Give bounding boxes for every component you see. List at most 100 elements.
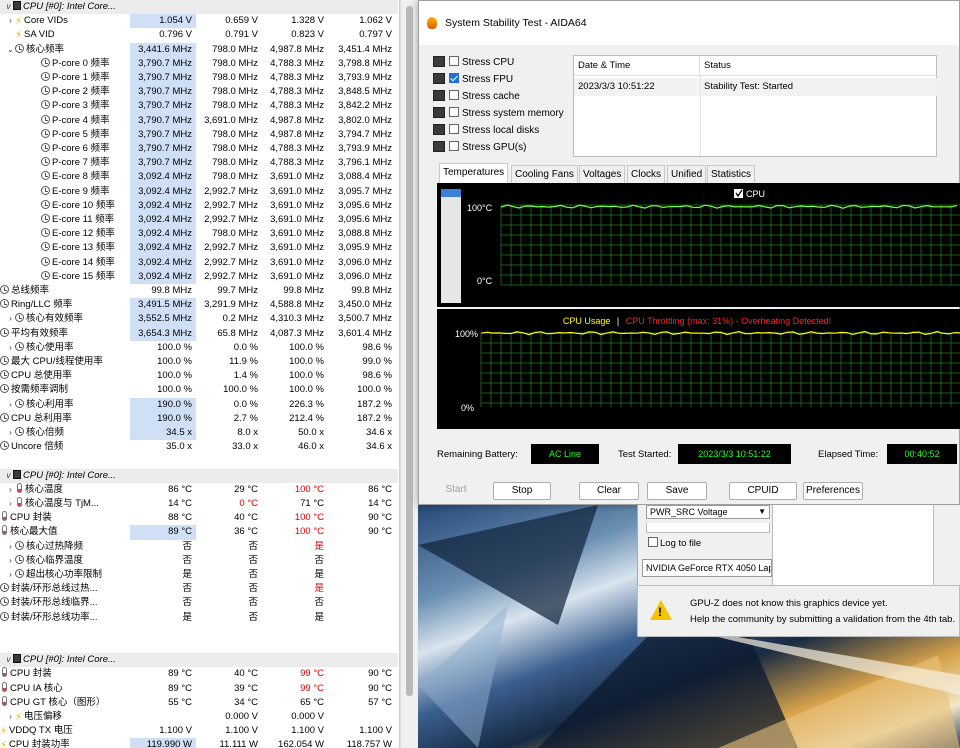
sensor-group-header[interactable]: v CPU [#0]: Intel Core... <box>0 0 398 15</box>
sensor-row[interactable]: P-core 0 频率 3,790.7 MHz 798.0 MHz 4,788.3 M… <box>0 56 398 71</box>
sensor-group-header[interactable]: v CPU [#0]: Intel Core... <box>0 653 398 668</box>
chevron-down-icon[interactable]: v <box>4 469 13 483</box>
chevron-right-icon[interactable]: › <box>6 710 15 724</box>
sensor-row[interactable]: P-core 5 频率 3,790.7 MHz 798.0 MHz 4,987.8 M… <box>0 127 398 142</box>
save-button[interactable]: Save <box>647 482 707 500</box>
sensor-row[interactable]: P-core 3 频率 3,790.7 MHz 798.0 MHz 4,788.3 M… <box>0 99 398 114</box>
sensor-row[interactable]: ⚡ SA VID 0.796 V 0.791 V 0.823 V 0.797 V <box>0 28 398 42</box>
graph-scroll-track[interactable] <box>441 189 461 303</box>
sensor-row[interactable]: P-core 1 频率 3,790.7 MHz 798.0 MHz 4,788.3 M… <box>0 71 398 86</box>
sensor-row[interactable]: 封装/环形总线过热... 否 否 是 <box>0 582 398 596</box>
tab-unified[interactable]: Unified <box>667 165 707 183</box>
sensor-row[interactable]: 平均有效频率 3,654.3 MHz 65.8 MHz 4,087.3 MHz 3,60… <box>0 326 398 341</box>
sensor-group-header[interactable]: v CPU [#0]: Intel Core... <box>0 468 398 483</box>
gpu-select[interactable]: NVIDIA GeForce RTX 4050 Lap <box>642 559 772 577</box>
sensor-select[interactable]: PWR_SRC Voltage ▼ <box>646 505 770 519</box>
sensor-row[interactable]: CPU 封装 89 °C 40 °C 99 °C 90 °C <box>0 667 398 681</box>
tab-statistics[interactable]: Statistics <box>707 165 756 183</box>
stress-option[interactable]: Stress FPU <box>433 72 513 88</box>
sensor-row[interactable]: › 核心利用率 190.0 % 0.0 % 226.3 % 187.2 % <box>0 397 398 412</box>
sensor-row[interactable]: P-core 6 频率 3,790.7 MHz 798.0 MHz 4,788.3 M… <box>0 142 398 157</box>
sensor-row[interactable]: Uncore 倍频 35.0 x 33.0 x 46.0 x 34.6 x <box>0 440 398 454</box>
sensor-row[interactable]: P-core 4 频率 3,790.7 MHz 3,691.0 MHz 4,987.8… <box>0 113 398 128</box>
sensor-row[interactable]: P-core 2 频率 3,790.7 MHz 798.0 MHz 4,788.3 M… <box>0 85 398 100</box>
sensor-row[interactable]: ⚡ CPU 封装功率 119.990 W 11.111 W 162.054 W 118.7… <box>0 738 398 748</box>
sensor-row[interactable]: 总线频率 99.8 MHz 99.7 MHz 99.8 MHz 99.8 MHz <box>0 284 398 298</box>
hwinfo-scrollbar[interactable] <box>400 0 418 748</box>
window-title-bar[interactable]: System Stability Test - AIDA64 <box>419 1 959 45</box>
sensor-row[interactable]: CPU GT 核心（图形） 55 °C 34 °C 65 °C 57 °C <box>0 695 398 710</box>
graph-scroll-thumb[interactable] <box>441 189 461 197</box>
stress-checkbox[interactable] <box>449 141 459 151</box>
stress-checkbox[interactable] <box>449 107 459 117</box>
chevron-right-icon[interactable]: › <box>6 14 15 28</box>
sensor-row[interactable]: › 核心过热降频 否 否 是 <box>0 540 398 554</box>
sensor-row[interactable]: 按需频率调制 100.0 % 100.0 % 100.0 % 100.0 % <box>0 383 398 397</box>
log-to-file-checkbox[interactable]: Log to file <box>648 537 701 549</box>
tab-voltages[interactable]: Voltages <box>579 165 626 183</box>
chevron-right-icon[interactable]: › <box>6 312 15 326</box>
sensor-row[interactable]: E-core 14 频率 3,092.4 MHz 2,992.7 MHz 3,691.… <box>0 255 398 270</box>
sensor-row[interactable]: E-core 8 频率 3,092.4 MHz 798.0 MHz 3,691.0 M… <box>0 170 398 185</box>
sensor-row[interactable]: ⚡ VDDQ TX 电压 1.100 V 1.100 V 1.100 V 1.100 V <box>0 724 398 738</box>
chevron-right-icon[interactable]: › <box>6 497 15 511</box>
preferences-button[interactable]: Preferences <box>803 482 863 500</box>
sensor-row[interactable]: › ⚡ 电压偏移 0.000 V 0.000 V <box>0 710 398 724</box>
chevron-right-icon[interactable]: › <box>6 398 15 412</box>
scrollbar-thumb[interactable] <box>406 6 413 696</box>
sensor-row[interactable]: CPU IA 核心 89 °C 39 °C 99 °C 90 °C <box>0 681 398 696</box>
sensor-row[interactable]: › 核心使用率 100.0 % 0.0 % 100.0 % 98.6 % <box>0 341 398 355</box>
sensor-row[interactable]: › 核心温度与 TjM... 14 °C 0 °C 71 °C 14 °C <box>0 497 398 511</box>
stress-checkbox[interactable] <box>449 90 459 100</box>
tab-cooling-fans[interactable]: Cooling Fans <box>511 165 578 183</box>
chevron-right-icon[interactable]: › <box>6 426 15 440</box>
stress-option[interactable]: Stress CPU <box>433 55 514 71</box>
sensor-row[interactable]: CPU 总利用率 190.0 % 2.7 % 212.4 % 187.2 % <box>0 411 398 426</box>
sensor-row[interactable]: E-core 12 频率 3,092.4 MHz 798.0 MHz 3,691.0 … <box>0 227 398 242</box>
sensor-row[interactable]: ⌄ 核心频率 3,441.6 MHz 798.0 MHz 4,987.8 MHz 3,45… <box>0 42 398 57</box>
sensor-row[interactable]: E-core 9 频率 3,092.4 MHz 2,992.7 MHz 3,691.0… <box>0 184 398 199</box>
sensor-row[interactable]: › 核心倍频 34.5 x 8.0 x 50.0 x 34.6 x <box>0 426 398 441</box>
checkbox-box[interactable] <box>648 537 658 547</box>
cpuid-button[interactable]: CPUID <box>729 482 797 500</box>
stress-option[interactable]: Stress GPU(s) <box>433 140 526 156</box>
stop-button[interactable]: Stop <box>493 482 551 500</box>
chevron-down-icon[interactable]: ⌄ <box>6 43 15 57</box>
sensor-row[interactable]: Ring/LLC 频率 3,491.5 MHz 3,291.9 MHz 4,588.8… <box>0 298 398 313</box>
stress-option[interactable]: Stress local disks <box>433 123 539 139</box>
sensor-row[interactable]: › ⚡ Core VIDs 1.054 V 0.659 V 1.328 V 1.062 V <box>0 14 398 29</box>
sensor-row[interactable]: 封装/环形总线功率... 是 否 是 <box>0 611 398 625</box>
chevron-right-icon[interactable]: › <box>6 554 15 568</box>
sensor-row[interactable]: E-core 15 频率 3,092.4 MHz 2,992.7 MHz 3,691.… <box>0 269 398 284</box>
chevron-right-icon[interactable]: › <box>6 483 15 497</box>
sensor-row[interactable]: › 核心有效频率 3,552.5 MHz 0.2 MHz 4,310.3 MHz 3,50… <box>0 312 398 327</box>
tab-temperatures[interactable]: Temperatures <box>439 163 509 183</box>
sensor-row[interactable]: 核心最大值 89 °C 36 °C 100 °C 90 °C <box>0 525 398 540</box>
sensor-row[interactable]: › 核心临界温度 否 否 否 <box>0 554 398 568</box>
chevron-down-icon[interactable]: v <box>4 653 13 667</box>
sensor-select-secondary[interactable] <box>646 523 770 533</box>
sensor-row[interactable]: E-core 10 频率 3,092.4 MHz 2,992.7 MHz 3,691.… <box>0 198 398 213</box>
sensor-row[interactable]: › 超出核心功率限制 是 否 是 <box>0 568 398 582</box>
sensor-row[interactable]: P-core 7 频率 3,790.7 MHz 798.0 MHz 4,788.3 M… <box>0 156 398 171</box>
sensor-row[interactable]: › 核心温度 86 °C 29 °C 100 °C 86 °C <box>0 482 398 497</box>
chevron-down-icon[interactable]: v <box>4 0 13 14</box>
tab-clocks[interactable]: Clocks <box>627 165 666 183</box>
sensor-row[interactable]: 最大 CPU/线程使用率 100.0 % 11.9 % 100.0 % 99.0 % <box>0 355 398 369</box>
column-header-status[interactable]: Status <box>700 56 938 76</box>
chevron-right-icon[interactable]: › <box>6 341 15 355</box>
chevron-right-icon[interactable]: › <box>6 568 15 582</box>
stress-option[interactable]: Stress cache <box>433 89 520 105</box>
stress-option[interactable]: Stress system memory <box>433 106 564 122</box>
column-header-date[interactable]: Date & Time <box>574 56 700 76</box>
clear-button[interactable]: Clear <box>579 482 639 500</box>
sensor-row[interactable]: E-core 11 频率 3,092.4 MHz 2,992.7 MHz 3,691.… <box>0 213 398 228</box>
sensor-row[interactable]: CPU 总使用率 100.0 % 1.4 % 100.0 % 98.6 % <box>0 369 398 383</box>
stress-checkbox[interactable] <box>449 73 459 83</box>
stress-checkbox[interactable] <box>449 56 459 66</box>
sensor-row[interactable]: 封装/环形总线临界... 否 否 否 <box>0 596 398 610</box>
start-button[interactable]: Start <box>433 482 479 500</box>
sensor-row[interactable]: CPU 封装 88 °C 40 °C 100 °C 90 °C <box>0 511 398 525</box>
chevron-right-icon[interactable]: › <box>6 540 15 554</box>
sensor-row[interactable]: E-core 13 频率 3,092.4 MHz 2,992.7 MHz 3,691.… <box>0 241 398 256</box>
